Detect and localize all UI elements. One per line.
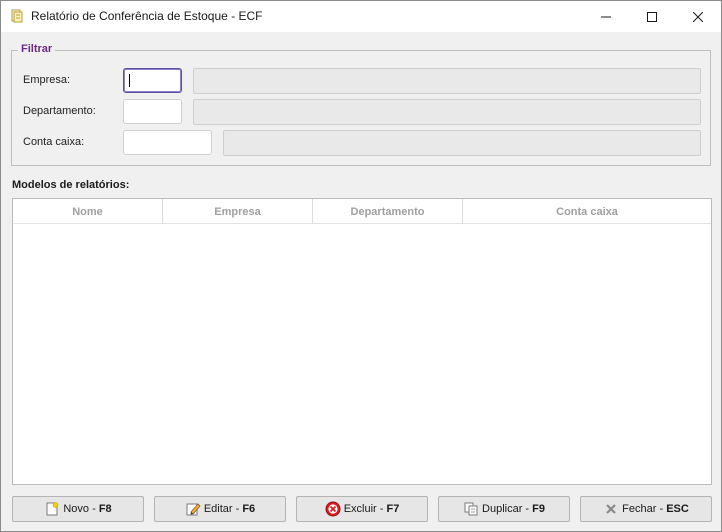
- column-header-conta-caixa[interactable]: Conta caixa: [463, 199, 711, 224]
- excluir-button[interactable]: Excluir - F7: [296, 496, 428, 522]
- fechar-button[interactable]: Fechar - ESC: [580, 496, 712, 522]
- empresa-code-input[interactable]: [123, 68, 182, 93]
- edit-pencil-icon: [185, 501, 201, 517]
- models-section-label: Modelos de relatórios:: [12, 179, 130, 191]
- close-icon: [693, 11, 703, 22]
- models-grid[interactable]: Nome Empresa Departamento Conta caixa: [12, 198, 712, 485]
- grid-body[interactable]: [13, 224, 711, 484]
- report-window: Relatório de Conferência de Estoque - EC…: [0, 0, 722, 532]
- text-caret: [129, 74, 130, 87]
- delete-icon: [325, 501, 341, 517]
- conta-caixa-description-field: [223, 130, 701, 156]
- conta-caixa-code-input[interactable]: [123, 130, 212, 155]
- maximize-button[interactable]: [629, 1, 675, 32]
- grid-header: Nome Empresa Departamento Conta caixa: [13, 199, 711, 224]
- conta-caixa-label: Conta caixa:: [23, 136, 85, 148]
- duplicate-icon: [463, 501, 479, 517]
- empresa-label: Empresa:: [23, 74, 71, 86]
- column-header-nome[interactable]: Nome: [13, 199, 163, 224]
- departamento-description-field: [193, 99, 701, 125]
- empresa-description-field: [193, 68, 701, 94]
- departamento-code-input[interactable]: [123, 99, 182, 124]
- app-document-icon: [11, 9, 23, 23]
- filter-groupbox: Filtrar Empresa: Departamento: Conta cai…: [11, 43, 711, 166]
- editar-button[interactable]: Editar - F6: [154, 496, 286, 522]
- novo-button[interactable]: Novo - F8: [12, 496, 144, 522]
- maximize-icon: [647, 11, 657, 22]
- close-x-icon: [603, 501, 619, 517]
- new-document-icon: [44, 501, 60, 517]
- departamento-label: Departamento:: [23, 105, 96, 117]
- filter-legend: Filtrar: [18, 43, 56, 55]
- window-title: Relatório de Conferência de Estoque - EC…: [31, 9, 263, 23]
- minimize-icon: [601, 16, 611, 17]
- title-bar[interactable]: Relatório de Conferência de Estoque - EC…: [1, 1, 721, 32]
- column-header-empresa[interactable]: Empresa: [163, 199, 313, 224]
- client-area: Filtrar Empresa: Departamento: Conta cai…: [1, 32, 721, 531]
- close-button[interactable]: [675, 1, 721, 32]
- minimize-button[interactable]: [583, 1, 629, 32]
- column-header-departamento[interactable]: Departamento: [313, 199, 463, 224]
- duplicar-button[interactable]: Duplicar - F9: [438, 496, 570, 522]
